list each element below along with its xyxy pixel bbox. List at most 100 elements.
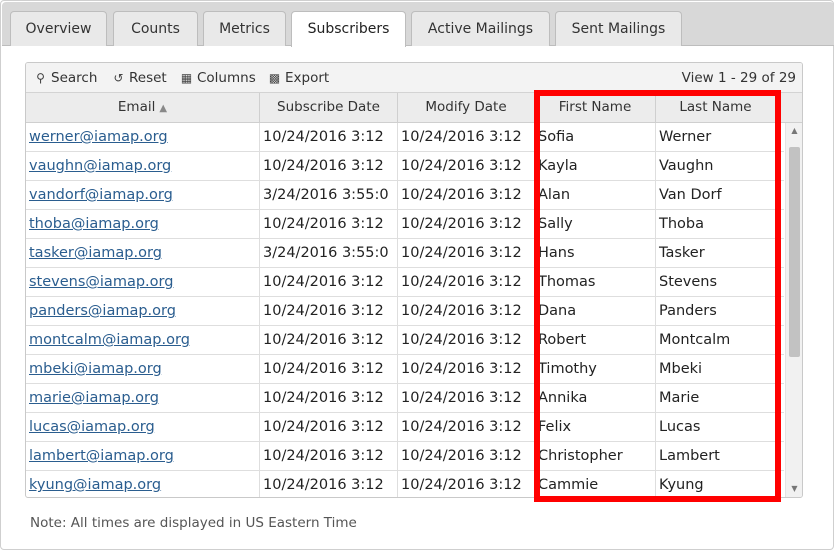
tab-metrics[interactable]: Metrics bbox=[203, 11, 286, 46]
email-link[interactable]: lambert@iamap.org bbox=[29, 448, 174, 464]
cell-subscribe-date: 10/24/2016 3:12 bbox=[260, 442, 398, 470]
cell-email: mbeki@iamap.org bbox=[26, 355, 260, 383]
cell-email: tasker@iamap.org bbox=[26, 239, 260, 267]
cell-last-name: Marie bbox=[656, 384, 776, 412]
search-button[interactable]: ⚲ Search bbox=[34, 69, 97, 87]
cell-last-name: Lucas bbox=[656, 413, 776, 441]
vertical-scrollbar[interactable]: ▲ ▼ bbox=[785, 123, 802, 497]
cell-last-name: Werner bbox=[656, 123, 776, 151]
cell-modify-date: 10/24/2016 3:12 bbox=[398, 297, 535, 325]
cell-last-name: Kyung bbox=[656, 471, 776, 497]
cell-first-name: Cammie bbox=[535, 471, 656, 497]
tab-bar: Overview Counts Metrics Subscribers Acti… bbox=[2, 2, 834, 47]
cell-email: werner@iamap.org bbox=[26, 123, 260, 151]
cell-first-name: Timothy bbox=[535, 355, 656, 383]
cell-modify-date: 10/24/2016 3:12 bbox=[398, 152, 535, 180]
cell-subscribe-date: 3/24/2016 3:55:0 bbox=[260, 181, 398, 209]
cell-modify-date: 10/24/2016 3:12 bbox=[398, 471, 535, 497]
reset-icon: ↺ bbox=[113, 71, 124, 85]
cell-modify-date: 10/24/2016 3:12 bbox=[398, 239, 535, 267]
table-row[interactable]: werner@iamap.org 10/24/2016 3:12 10/24/201… bbox=[26, 123, 784, 152]
cell-last-name: Vaughn bbox=[656, 152, 776, 180]
cell-first-name: Dana bbox=[535, 297, 656, 325]
cell-last-name: Stevens bbox=[656, 268, 776, 296]
email-link[interactable]: kyung@iamap.org bbox=[29, 477, 161, 493]
tab-overview[interactable]: Overview bbox=[10, 11, 107, 46]
table-row[interactable]: tasker@iamap.org 3/24/2016 3:55:0 10/24/20… bbox=[26, 239, 784, 268]
columns-icon: ▦ bbox=[180, 71, 193, 85]
column-header-modify-date[interactable]: Modify Date bbox=[398, 93, 535, 123]
column-header-email-label: Email bbox=[117, 99, 156, 115]
cell-subscribe-date: 3/24/2016 3:55:0 bbox=[260, 239, 398, 267]
cell-email: panders@iamap.org bbox=[26, 297, 260, 325]
cell-last-name: Mbeki bbox=[656, 355, 776, 383]
tab-counts[interactable]: Counts bbox=[113, 11, 198, 46]
email-link[interactable]: vandorf@iamap.org bbox=[29, 187, 173, 203]
search-label: Search bbox=[51, 70, 98, 86]
cell-subscribe-date: 10/24/2016 3:12 bbox=[260, 152, 398, 180]
cell-email: vandorf@iamap.org bbox=[26, 181, 260, 209]
email-link[interactable]: panders@iamap.org bbox=[29, 303, 176, 319]
table-row[interactable]: kyung@iamap.org 10/24/2016 3:12 10/24/2016… bbox=[26, 471, 784, 497]
cell-modify-date: 10/24/2016 3:12 bbox=[398, 442, 535, 470]
table-row[interactable]: panders@iamap.org 10/24/2016 3:12 10/24/20… bbox=[26, 297, 784, 326]
email-link[interactable]: thoba@iamap.org bbox=[29, 216, 159, 232]
cell-subscribe-date: 10/24/2016 3:12 bbox=[260, 297, 398, 325]
cell-email: thoba@iamap.org bbox=[26, 210, 260, 238]
cell-first-name: Sofia bbox=[535, 123, 656, 151]
cell-first-name: Robert bbox=[535, 326, 656, 354]
tab-sent-mailings[interactable]: Sent Mailings bbox=[555, 11, 682, 46]
scroll-up-icon[interactable]: ▲ bbox=[786, 123, 802, 139]
table-row[interactable]: lucas@iamap.org 10/24/2016 3:12 10/24/2016… bbox=[26, 413, 784, 442]
column-header-subscribe-date[interactable]: Subscribe Date bbox=[260, 93, 398, 123]
column-header-email[interactable]: Email ▲︎ bbox=[26, 93, 260, 123]
scrollbar-thumb[interactable] bbox=[789, 147, 800, 357]
cell-modify-date: 10/24/2016 3:12 bbox=[398, 268, 535, 296]
column-header-last-name[interactable]: Last Name bbox=[656, 93, 776, 123]
cell-last-name: Thoba bbox=[656, 210, 776, 238]
email-link[interactable]: marie@iamap.org bbox=[29, 390, 159, 406]
email-link[interactable]: montcalm@iamap.org bbox=[29, 332, 190, 348]
scroll-down-icon[interactable]: ▼ bbox=[786, 481, 802, 497]
cell-email: stevens@iamap.org bbox=[26, 268, 260, 296]
reset-label: Reset bbox=[129, 70, 167, 86]
cell-first-name: Hans bbox=[535, 239, 656, 267]
column-header-first-name[interactable]: First Name bbox=[535, 93, 656, 123]
cell-modify-date: 10/24/2016 3:12 bbox=[398, 123, 535, 151]
timezone-note: Note: All times are displayed in US East… bbox=[30, 515, 357, 531]
columns-button[interactable]: ▦ Columns bbox=[180, 69, 256, 87]
cell-last-name: Panders bbox=[656, 297, 776, 325]
table-row[interactable]: stevens@iamap.org 10/24/2016 3:12 10/24/20… bbox=[26, 268, 784, 297]
cell-last-name: Van Dorf bbox=[656, 181, 776, 209]
table-row[interactable]: mbeki@iamap.org 10/24/2016 3:12 10/24/2016… bbox=[26, 355, 784, 384]
table-row[interactable]: vaughn@iamap.org 10/24/2016 3:12 10/24/201… bbox=[26, 152, 784, 181]
email-link[interactable]: werner@iamap.org bbox=[29, 129, 168, 145]
grid-body: werner@iamap.org 10/24/2016 3:12 10/24/201… bbox=[26, 123, 784, 497]
export-button[interactable]: ▩ Export bbox=[268, 69, 329, 87]
table-row[interactable]: montcalm@iamap.org 10/24/2016 3:12 10/24/2… bbox=[26, 326, 784, 355]
cell-email: montcalm@iamap.org bbox=[26, 326, 260, 354]
cell-first-name: Thomas bbox=[535, 268, 656, 296]
cell-modify-date: 10/24/2016 3:12 bbox=[398, 384, 535, 412]
cell-subscribe-date: 10/24/2016 3:12 bbox=[260, 471, 398, 497]
export-label: Export bbox=[285, 70, 330, 86]
cell-subscribe-date: 10/24/2016 3:12 bbox=[260, 413, 398, 441]
email-link[interactable]: lucas@iamap.org bbox=[29, 419, 155, 435]
email-link[interactable]: vaughn@iamap.org bbox=[29, 158, 171, 174]
cell-subscribe-date: 10/24/2016 3:12 bbox=[260, 268, 398, 296]
email-link[interactable]: tasker@iamap.org bbox=[29, 245, 162, 261]
cell-first-name: Christopher bbox=[535, 442, 656, 470]
cell-subscribe-date: 10/24/2016 3:12 bbox=[260, 210, 398, 238]
tab-active-mailings[interactable]: Active Mailings bbox=[411, 11, 550, 46]
table-row[interactable]: lambert@iamap.org 10/24/2016 3:12 10/24/20… bbox=[26, 442, 784, 471]
table-row[interactable]: thoba@iamap.org 10/24/2016 3:12 10/24/2016… bbox=[26, 210, 784, 239]
tab-subscribers[interactable]: Subscribers bbox=[291, 11, 406, 47]
table-row[interactable]: marie@iamap.org 10/24/2016 3:12 10/24/2016… bbox=[26, 384, 784, 413]
cell-email: lucas@iamap.org bbox=[26, 413, 260, 441]
reset-button[interactable]: ↺ Reset bbox=[112, 69, 167, 87]
email-link[interactable]: mbeki@iamap.org bbox=[29, 361, 162, 377]
cell-first-name: Felix bbox=[535, 413, 656, 441]
table-row[interactable]: vandorf@iamap.org 3/24/2016 3:55:0 10/24/2… bbox=[26, 181, 784, 210]
cell-modify-date: 10/24/2016 3:12 bbox=[398, 210, 535, 238]
email-link[interactable]: stevens@iamap.org bbox=[29, 274, 173, 290]
